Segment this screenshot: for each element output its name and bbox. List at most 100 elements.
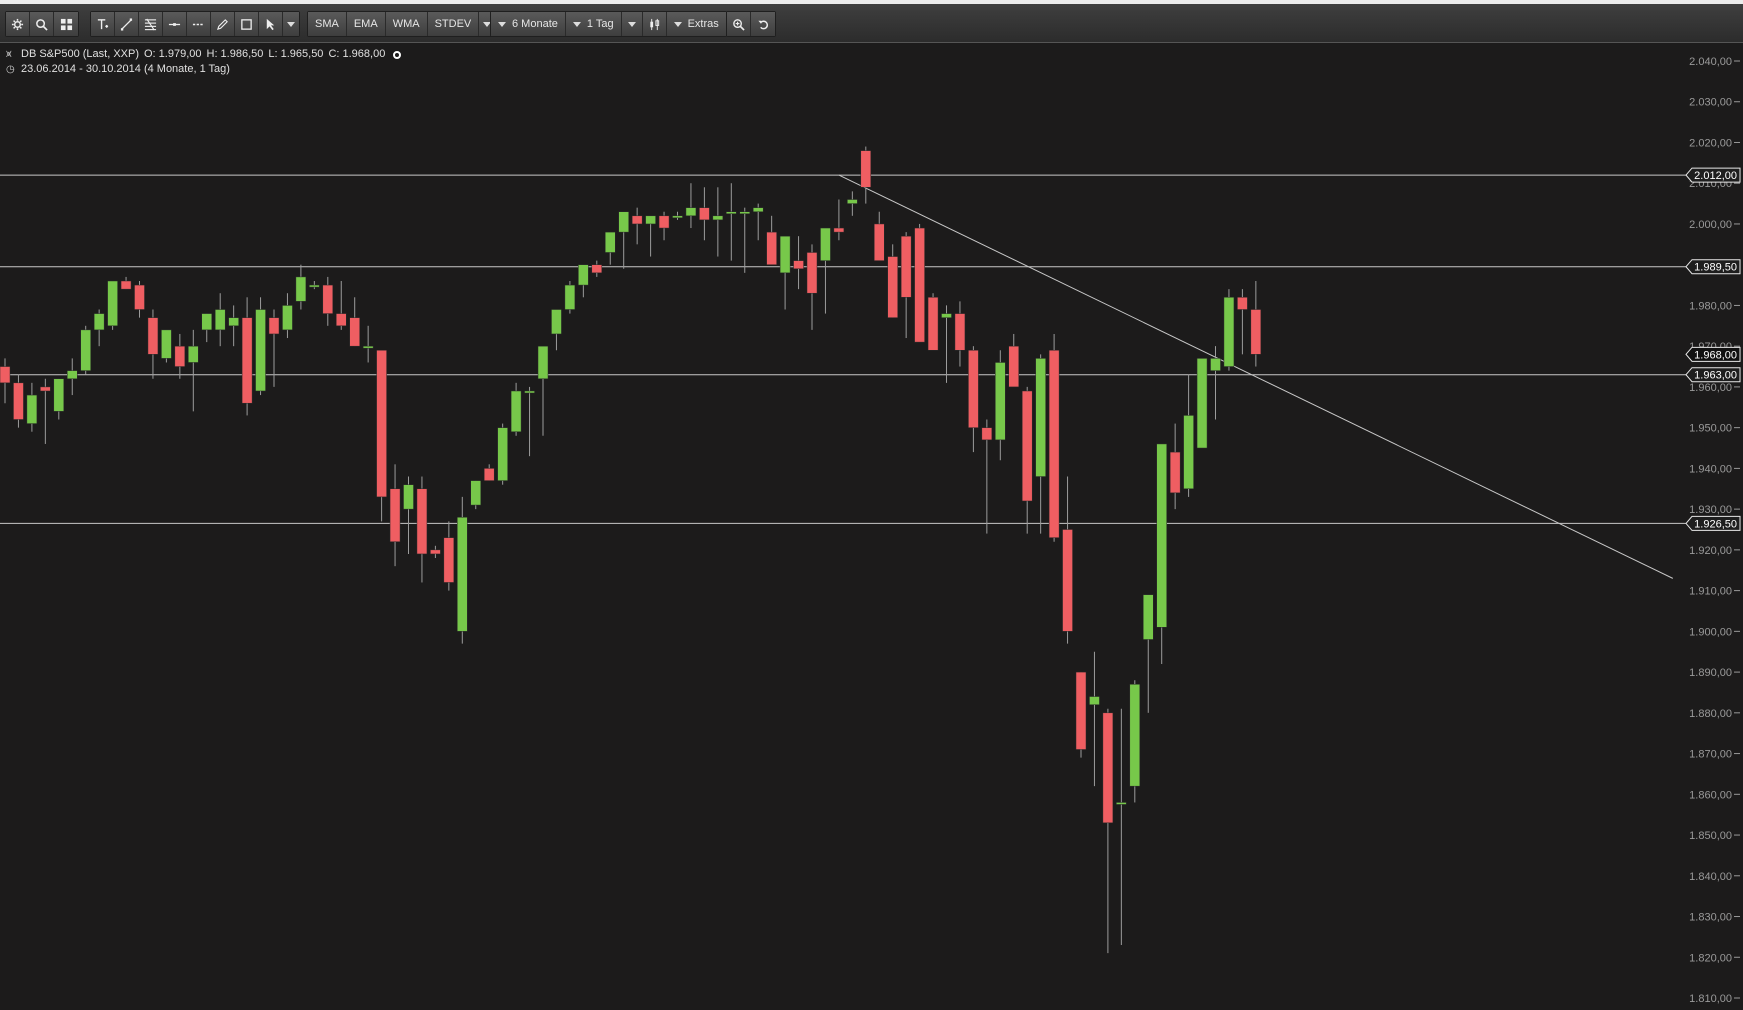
candle-body	[1089, 696, 1100, 705]
candle	[510, 382, 522, 436]
candles	[0, 146, 1262, 954]
indicator-wma-button[interactable]: WMA	[385, 12, 428, 36]
candle	[806, 244, 818, 330]
period-select[interactable]: 6 Monate	[491, 12, 566, 36]
candle-body	[107, 280, 118, 327]
candle	[120, 276, 132, 290]
candle	[793, 236, 804, 290]
candle-body	[13, 382, 24, 420]
candle	[376, 349, 387, 522]
candle	[201, 313, 212, 343]
zoom-in-icon[interactable]	[727, 12, 751, 36]
grid-icon[interactable]	[54, 12, 78, 36]
candle	[860, 146, 872, 204]
candle	[914, 223, 925, 343]
candle	[1156, 443, 1167, 664]
hline-price-tag-text: 1.963,00	[1694, 370, 1737, 382]
candle-body	[591, 264, 603, 274]
extras-menu[interactable]: Extras	[666, 12, 726, 36]
candle	[1116, 708, 1127, 946]
pencil-icon[interactable]	[211, 12, 235, 36]
candle	[430, 545, 441, 559]
candle	[147, 309, 159, 379]
y-axis-tick-label: 1.930,00	[1689, 504, 1732, 516]
candle-body	[1196, 358, 1208, 449]
undo-icon[interactable]	[751, 12, 775, 36]
candle	[968, 346, 979, 453]
candle-body	[1062, 529, 1073, 632]
candle	[887, 244, 898, 318]
horizontal-lines	[0, 174, 1686, 524]
candle-body	[1075, 671, 1087, 750]
candle-body	[147, 317, 159, 355]
candlestick-chart[interactable]: 2.040,002.030,002.020,002.010,002.000,00…	[0, 43, 1743, 1010]
chevron-down-icon[interactable]	[283, 12, 299, 36]
horizontal-line-icon[interactable]	[163, 12, 187, 36]
candle	[470, 480, 481, 510]
hline-price-tag: 1.963,00	[1685, 367, 1741, 383]
candle	[672, 211, 683, 220]
trendline	[838, 174, 1674, 579]
line-tool-icon[interactable]	[115, 12, 139, 36]
dashed-line-icon[interactable]	[187, 12, 211, 36]
candle-body	[457, 517, 468, 632]
candle	[107, 280, 118, 330]
candle-body	[537, 345, 549, 380]
candle-body	[524, 390, 535, 394]
candle	[1089, 651, 1100, 787]
y-axis-tick-label: 1.820,00	[1689, 952, 1732, 964]
indicator-ema-button[interactable]: EMA	[346, 12, 386, 36]
interval-select[interactable]: 1 Tag	[565, 12, 622, 36]
candle	[483, 464, 495, 481]
candle	[995, 350, 1006, 461]
candle-body	[26, 394, 38, 424]
hline-price-tag-text: 1.926,50	[1694, 518, 1737, 530]
candle	[0, 358, 11, 404]
candle-body	[1250, 309, 1262, 355]
candle-body	[510, 390, 522, 432]
candle	[214, 293, 226, 347]
current-price-tag: 1.968,00	[1685, 346, 1741, 362]
candle	[1035, 354, 1046, 534]
candle	[228, 305, 239, 347]
candlestick-type-icon[interactable]	[642, 12, 667, 36]
period-label: 6 Monate	[512, 18, 558, 30]
candle-body	[376, 349, 387, 498]
indicator-sma-button[interactable]: SMA	[308, 12, 347, 36]
candle	[631, 207, 643, 245]
candle-body	[295, 276, 307, 302]
chart-toolbar: SMA EMA WMA STDEV 6 Monate 1 Tag Extras	[0, 0, 1743, 43]
candle	[1075, 671, 1087, 758]
y-axis-tick-label: 1.900,00	[1689, 626, 1732, 638]
candle-body	[309, 284, 320, 288]
candle	[403, 476, 414, 554]
text-tool-icon[interactable]	[91, 12, 115, 36]
candle-body	[174, 345, 186, 367]
candle-body	[1116, 802, 1127, 805]
search-icon[interactable]	[30, 12, 54, 36]
toolbar-group-timeframe: 6 Monate 1 Tag Extras	[490, 11, 727, 37]
candle-body	[268, 317, 280, 335]
indicator-stdev-button[interactable]: STDEV	[427, 12, 480, 36]
candle-body	[914, 227, 925, 343]
candle	[591, 260, 603, 277]
candle-body	[201, 313, 212, 331]
settings-icon[interactable]	[6, 12, 30, 36]
candle	[1237, 289, 1248, 355]
candle-body	[874, 223, 885, 261]
fibonacci-tool-icon[interactable]	[139, 12, 163, 36]
candle-body	[1035, 358, 1046, 477]
cursor-icon[interactable]	[259, 12, 283, 36]
candle-body	[806, 252, 818, 294]
candle	[752, 203, 764, 241]
candle	[941, 305, 952, 383]
candle	[40, 378, 51, 444]
candle	[605, 231, 616, 265]
candle-body	[1129, 684, 1141, 787]
chart-type-dropdown-icon[interactable]	[621, 12, 643, 36]
candle	[900, 232, 912, 339]
candle	[67, 358, 78, 396]
candle	[874, 211, 885, 261]
candle-body	[40, 386, 51, 392]
rectangle-icon[interactable]	[235, 12, 259, 36]
